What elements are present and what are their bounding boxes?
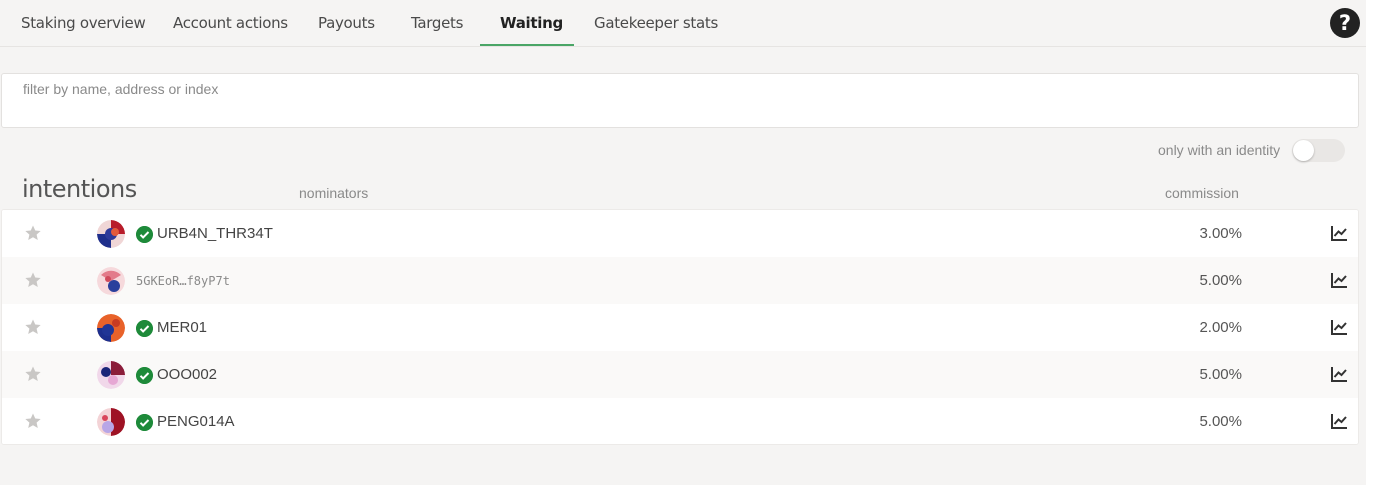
- active-tab-indicator: [480, 44, 574, 46]
- filter-input[interactable]: [2, 74, 1358, 104]
- table-row: 5GKEoR…f8yP7t 5.00%: [2, 257, 1358, 304]
- table-row: PENG014A 5.00%: [2, 398, 1358, 444]
- validator-name[interactable]: URB4N_THR34T: [157, 225, 273, 242]
- commission-value: 5.00%: [1199, 413, 1242, 430]
- table-row: MER01 2.00%: [2, 304, 1358, 351]
- verified-icon: [136, 320, 153, 337]
- tab-gatekeeper-stats[interactable]: Gatekeeper stats: [594, 0, 718, 47]
- identicon-avatar[interactable]: [97, 361, 125, 389]
- toggle-knob: [1293, 140, 1314, 161]
- chart-icon[interactable]: [1331, 413, 1348, 429]
- validator-name[interactable]: PENG014A: [157, 413, 235, 430]
- staking-app: Staking overview Account actions Payouts…: [0, 0, 1366, 485]
- chart-icon[interactable]: [1331, 272, 1348, 288]
- tab-staking-overview[interactable]: Staking overview: [21, 0, 146, 47]
- chart-icon[interactable]: [1331, 225, 1348, 241]
- identicon-avatar[interactable]: [97, 267, 125, 295]
- identity-toggle[interactable]: [1292, 139, 1345, 162]
- chart-icon[interactable]: [1331, 366, 1348, 382]
- commission-value: 2.00%: [1199, 319, 1242, 336]
- commission-value: 3.00%: [1199, 225, 1242, 242]
- column-header-nominators[interactable]: nominators: [299, 185, 368, 201]
- star-icon[interactable]: [24, 271, 42, 289]
- tab-bar: Staking overview Account actions Payouts…: [0, 0, 1366, 47]
- table-row: URB4N_THR34T 3.00%: [2, 210, 1358, 257]
- star-icon[interactable]: [24, 365, 42, 383]
- table-row: OOO002 5.00%: [2, 351, 1358, 398]
- verified-icon: [136, 367, 153, 384]
- intentions-table: URB4N_THR34T 3.00% 5GKEoR…f8yP7t 5.00% M…: [1, 209, 1359, 445]
- filter-box: [1, 73, 1359, 128]
- commission-value: 5.00%: [1199, 272, 1242, 289]
- identicon-avatar[interactable]: [97, 220, 125, 248]
- tab-targets[interactable]: Targets: [411, 0, 463, 47]
- validator-name[interactable]: MER01: [157, 319, 207, 336]
- star-icon[interactable]: [24, 318, 42, 336]
- star-icon[interactable]: [24, 412, 42, 430]
- identicon-avatar[interactable]: [97, 314, 125, 342]
- star-icon[interactable]: [24, 224, 42, 242]
- tab-account-actions[interactable]: Account actions: [173, 0, 288, 47]
- commission-value: 5.00%: [1199, 366, 1242, 383]
- identity-toggle-label: only with an identity: [1158, 142, 1281, 158]
- tab-waiting[interactable]: Waiting: [500, 0, 563, 47]
- tab-payouts[interactable]: Payouts: [318, 0, 375, 47]
- validator-name[interactable]: OOO002: [157, 366, 217, 383]
- column-header-commission[interactable]: commission: [1165, 185, 1239, 201]
- validator-address[interactable]: 5GKEoR…f8yP7t: [136, 274, 230, 288]
- verified-icon: [136, 414, 153, 431]
- verified-icon: [136, 226, 153, 243]
- table-title: intentions: [22, 175, 137, 203]
- identicon-avatar[interactable]: [97, 408, 125, 436]
- chart-icon[interactable]: [1331, 319, 1348, 335]
- help-icon[interactable]: ?: [1330, 8, 1360, 38]
